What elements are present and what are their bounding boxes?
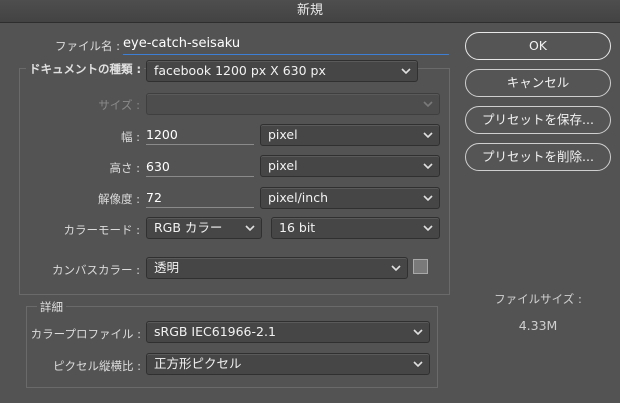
file-size-label: ファイルサイズ : xyxy=(494,292,582,306)
canvas-color-swatch[interactable] xyxy=(413,259,428,274)
color-profile-select[interactable]: sRGB IEC61966-2.1 xyxy=(146,321,430,343)
color-profile-label: カラープロファイル : xyxy=(30,327,141,341)
canvas-color-label: カンバスカラー : xyxy=(51,263,140,277)
height-unit-value: pixel xyxy=(268,158,298,173)
window-title: 新規 xyxy=(0,0,620,23)
width-label: 幅 : xyxy=(120,130,140,144)
document-type-label: ドキュメントの種類 : xyxy=(26,61,145,77)
chevron-down-icon xyxy=(423,161,433,171)
color-mode-label: カラーモード : xyxy=(63,223,140,237)
color-mode-select[interactable]: RGB カラー xyxy=(146,217,262,239)
size-select xyxy=(146,93,440,115)
resolution-input[interactable]: 72 xyxy=(146,190,254,208)
width-unit-select[interactable]: pixel xyxy=(260,124,440,146)
chevron-down-icon xyxy=(391,263,401,273)
details-group xyxy=(26,306,438,388)
chevron-down-icon xyxy=(413,327,423,337)
document-type-value: facebook 1200 px X 630 px xyxy=(154,63,326,78)
file-name-input[interactable]: eye-catch-seisaku xyxy=(123,36,449,55)
chevron-down-icon xyxy=(401,66,411,76)
color-profile-value: sRGB IEC61966-2.1 xyxy=(154,324,276,339)
resolution-label: 解像度 : xyxy=(97,192,140,206)
chevron-down-icon xyxy=(423,193,433,203)
pixel-aspect-select[interactable]: 正方形ピクセル xyxy=(146,353,430,375)
resolution-unit-value: pixel/inch xyxy=(268,190,328,205)
resolution-unit-select[interactable]: pixel/inch xyxy=(260,187,440,209)
file-name-label: ファイル名 : xyxy=(54,39,120,53)
width-input[interactable]: 1200 xyxy=(146,127,254,145)
height-input[interactable]: 630 xyxy=(146,159,254,177)
chevron-down-icon xyxy=(423,130,433,140)
width-unit-value: pixel xyxy=(268,127,298,142)
chevron-down-icon xyxy=(423,223,433,233)
color-mode-value: RGB カラー xyxy=(154,220,223,235)
pixel-aspect-label: ピクセル縦横比 : xyxy=(52,359,141,373)
ok-button[interactable]: OK xyxy=(465,32,611,60)
canvas-color-select[interactable]: 透明 xyxy=(146,257,408,279)
size-label: サイズ : xyxy=(98,98,140,112)
chevron-down-icon xyxy=(423,99,433,109)
delete-preset-button[interactable]: プリセットを削除... xyxy=(465,143,611,171)
bit-depth-value: 16 bit xyxy=(279,220,316,235)
chevron-down-icon xyxy=(245,223,255,233)
pixel-aspect-value: 正方形ピクセル xyxy=(154,356,242,371)
height-label: 高さ : xyxy=(109,161,140,175)
height-unit-select[interactable]: pixel xyxy=(260,155,440,177)
chevron-down-icon xyxy=(413,359,423,369)
document-type-select[interactable]: facebook 1200 px X 630 px xyxy=(146,60,418,82)
canvas-color-value: 透明 xyxy=(154,260,180,275)
cancel-button[interactable]: キャンセル xyxy=(465,69,611,97)
save-preset-button[interactable]: プリセットを保存... xyxy=(465,106,611,134)
file-size-value: 4.33M xyxy=(518,318,558,333)
bit-depth-select[interactable]: 16 bit xyxy=(271,217,440,239)
details-title: 詳細 xyxy=(37,299,66,315)
